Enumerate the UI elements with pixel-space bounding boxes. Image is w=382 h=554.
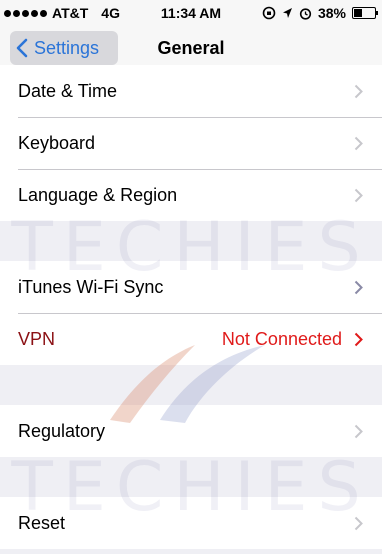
row-language-region[interactable]: Language & Region <box>0 169 382 221</box>
row-date-time[interactable]: Date & Time <box>0 65 382 117</box>
vpn-label: VPN <box>18 328 56 349</box>
battery-icon <box>352 7 378 19</box>
orientation-lock-icon <box>262 6 276 20</box>
row-label: Regulatory <box>18 420 106 441</box>
chevron-right-icon <box>354 332 364 347</box>
row-label: iTunes Wi-Fi Sync <box>18 276 164 297</box>
chevron-right-icon <box>354 84 364 99</box>
row-keyboard[interactable]: Keyboard <box>0 117 382 169</box>
alarm-icon <box>299 7 312 20</box>
settings-group-reset: Reset <box>0 497 382 549</box>
battery-percent: 38% <box>317 5 346 21</box>
row-vpn[interactable]: VPN Not Connected <box>0 313 382 365</box>
status-bar-right: 38% <box>262 5 378 21</box>
settings-group-regulatory: Regulatory <box>0 405 382 457</box>
status-bar: AT&T 4G 11:34 AM 38% <box>0 0 382 26</box>
settings-group-sync-vpn: iTunes Wi-Fi Sync VPN Not Connected <box>0 261 382 365</box>
chevron-right-icon <box>354 188 364 203</box>
page-title: General <box>157 38 225 58</box>
row-label: Language & Region <box>18 184 178 205</box>
row-regulatory[interactable]: Regulatory <box>0 405 382 457</box>
row-label: Date & Time <box>18 80 118 101</box>
row-reset[interactable]: Reset <box>0 497 382 549</box>
row-label: Reset <box>18 512 66 533</box>
chevron-right-icon <box>354 280 364 295</box>
settings-group-general: Date & Time Keyboard Language & Region <box>0 65 382 221</box>
chevron-right-icon <box>354 424 364 439</box>
row-itunes-wifi-sync[interactable]: iTunes Wi-Fi Sync <box>0 261 382 313</box>
vpn-status: Not Connected <box>221 328 342 349</box>
chevron-right-icon <box>354 136 364 151</box>
chevron-right-icon <box>354 516 364 531</box>
row-label: Keyboard <box>18 132 96 153</box>
location-arrow-icon <box>282 8 292 18</box>
